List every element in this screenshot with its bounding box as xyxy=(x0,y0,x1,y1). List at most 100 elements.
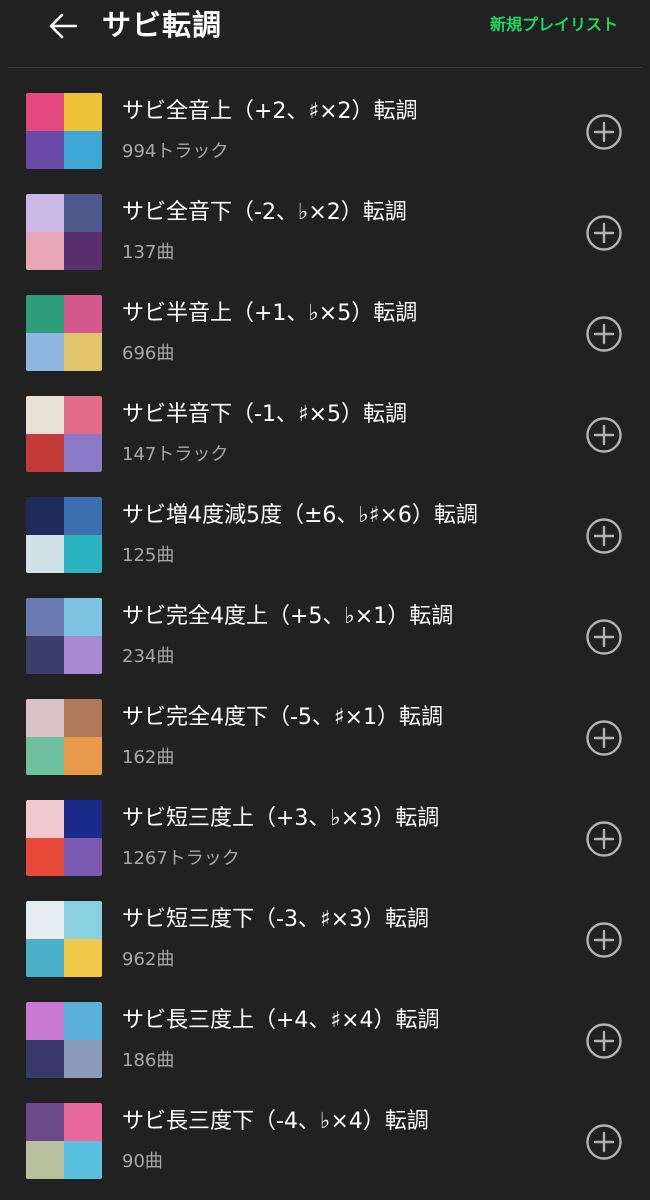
cover-tile xyxy=(26,396,64,434)
add-to-playlist-button[interactable] xyxy=(585,820,623,858)
cover-tile xyxy=(64,396,102,434)
playlist-title: サビ完全4度下（-5、♯×1）転調 xyxy=(122,705,444,730)
plus-circle-icon xyxy=(586,1023,622,1059)
cover-tile xyxy=(26,295,64,333)
playlist-title: サビ増4度減5度（±6、♭♯×6）転調 xyxy=(122,503,478,528)
cover-tile xyxy=(26,636,64,674)
add-to-playlist-button[interactable] xyxy=(585,416,623,454)
add-to-playlist-button[interactable] xyxy=(585,719,623,757)
add-to-playlist-button[interactable] xyxy=(585,921,623,959)
cover-tile xyxy=(64,333,102,371)
arrow-left-icon xyxy=(49,13,77,39)
add-to-playlist-button[interactable] xyxy=(585,315,623,353)
playlist-cover xyxy=(26,598,102,674)
playlist-row[interactable]: サビ長三度下（-4、♭×4）転調 90曲 xyxy=(0,1090,650,1191)
add-to-playlist-button[interactable] xyxy=(585,214,623,252)
plus-circle-icon xyxy=(586,821,622,857)
add-to-playlist-button[interactable] xyxy=(585,618,623,656)
plus-circle-icon xyxy=(586,114,622,150)
playlist-title: サビ長三度上（+4、♯×4）転調 xyxy=(122,1008,440,1033)
add-to-playlist-button[interactable] xyxy=(585,1123,623,1161)
playlist-track-count: 1267トラック xyxy=(122,848,240,869)
plus-circle-icon xyxy=(586,922,622,958)
cover-tile xyxy=(64,598,102,636)
cover-tile xyxy=(64,194,102,232)
cover-tile xyxy=(64,131,102,169)
cover-tile xyxy=(26,800,64,838)
playlist-title: サビ半音下（-1、♯×5）転調 xyxy=(122,402,408,427)
cover-tile xyxy=(64,1040,102,1078)
cover-tile xyxy=(64,1141,102,1179)
plus-circle-icon xyxy=(586,215,622,251)
playlist-cover xyxy=(26,396,102,472)
playlist-cover xyxy=(26,1002,102,1078)
playlist-row[interactable]: サビ半音上（+1、♭×5）転調 696曲 xyxy=(0,282,650,383)
cover-tile xyxy=(64,737,102,775)
plus-circle-icon xyxy=(586,417,622,453)
cover-tile xyxy=(26,939,64,977)
playlist-row[interactable]: サビ増4度減5度（±6、♭♯×6）転調 125曲 xyxy=(0,484,650,585)
playlist-row[interactable]: サビ長三度上（+4、♯×4）転調 186曲 xyxy=(0,989,650,1090)
plus-circle-icon xyxy=(586,619,622,655)
plus-circle-icon xyxy=(586,720,622,756)
cover-tile xyxy=(26,1040,64,1078)
playlist-row[interactable]: サビ全音上（+2、♯×2）転調 994トラック xyxy=(0,80,650,181)
playlist-track-count: 90曲 xyxy=(122,1151,163,1172)
cover-tile xyxy=(64,1002,102,1040)
cover-tile xyxy=(26,131,64,169)
cover-tile xyxy=(26,434,64,472)
playlist-title: サビ完全4度上（+5、♭×1）転調 xyxy=(122,604,454,629)
playlist-row[interactable]: サビ完全4度上（+5、♭×1）転調 234曲 xyxy=(0,585,650,686)
playlist-row[interactable]: サビ半音下（-1、♯×5）転調 147トラック xyxy=(0,383,650,484)
cover-tile xyxy=(64,535,102,573)
cover-tile xyxy=(26,93,64,131)
cover-tile xyxy=(26,838,64,876)
cover-tile xyxy=(64,497,102,535)
playlist-row[interactable]: サビ短三度上（+3、♭×3）転調 1267トラック xyxy=(0,787,650,888)
cover-tile xyxy=(64,901,102,939)
playlist-cover xyxy=(26,295,102,371)
playlist-cover xyxy=(26,497,102,573)
add-to-playlist-button[interactable] xyxy=(585,517,623,555)
cover-tile xyxy=(64,800,102,838)
add-to-playlist-button[interactable] xyxy=(585,1022,623,1060)
cover-tile xyxy=(64,838,102,876)
cover-tile xyxy=(64,434,102,472)
plus-circle-icon xyxy=(586,1124,622,1160)
cover-tile xyxy=(26,598,64,636)
playlist-row[interactable]: サビ全音下（-2、♭×2）転調 137曲 xyxy=(0,181,650,282)
playlist-cover xyxy=(26,800,102,876)
header-divider xyxy=(8,67,642,68)
playlist-track-count: 696曲 xyxy=(122,343,175,364)
cover-tile xyxy=(26,737,64,775)
playlist-row[interactable]: サビ短三度下（-3、♯×3）転調 962曲 xyxy=(0,888,650,989)
cover-tile xyxy=(26,1103,64,1141)
playlist-track-count: 234曲 xyxy=(122,646,175,667)
cover-tile xyxy=(26,901,64,939)
cover-tile xyxy=(64,232,102,270)
cover-tile xyxy=(26,699,64,737)
cover-tile xyxy=(64,939,102,977)
playlist-row[interactable]: サビ完全4度下（-5、♯×1）転調 162曲 xyxy=(0,686,650,787)
playlist-track-count: 125曲 xyxy=(122,545,175,566)
playlist-track-count: 162曲 xyxy=(122,747,175,768)
playlist-cover xyxy=(26,1103,102,1179)
new-playlist-button[interactable]: 新規プレイリスト xyxy=(490,12,618,38)
back-button[interactable] xyxy=(46,9,80,43)
playlist-title: サビ半音上（+1、♭×5）転調 xyxy=(122,301,418,326)
add-to-playlist-button[interactable] xyxy=(585,113,623,151)
plus-circle-icon xyxy=(586,316,622,352)
cover-tile xyxy=(26,535,64,573)
playlist-track-count: 186曲 xyxy=(122,1050,175,1071)
cover-tile xyxy=(64,636,102,674)
playlist-cover xyxy=(26,194,102,270)
cover-tile xyxy=(26,333,64,371)
playlist-title: サビ長三度下（-4、♭×4）転調 xyxy=(122,1109,429,1134)
playlist-cover xyxy=(26,699,102,775)
playlist-track-count: 147トラック xyxy=(122,444,229,465)
cover-tile xyxy=(64,295,102,333)
playlist-title: サビ短三度上（+3、♭×3）転調 xyxy=(122,806,440,831)
cover-tile xyxy=(26,1141,64,1179)
cover-tile xyxy=(26,497,64,535)
cover-tile xyxy=(64,1103,102,1141)
